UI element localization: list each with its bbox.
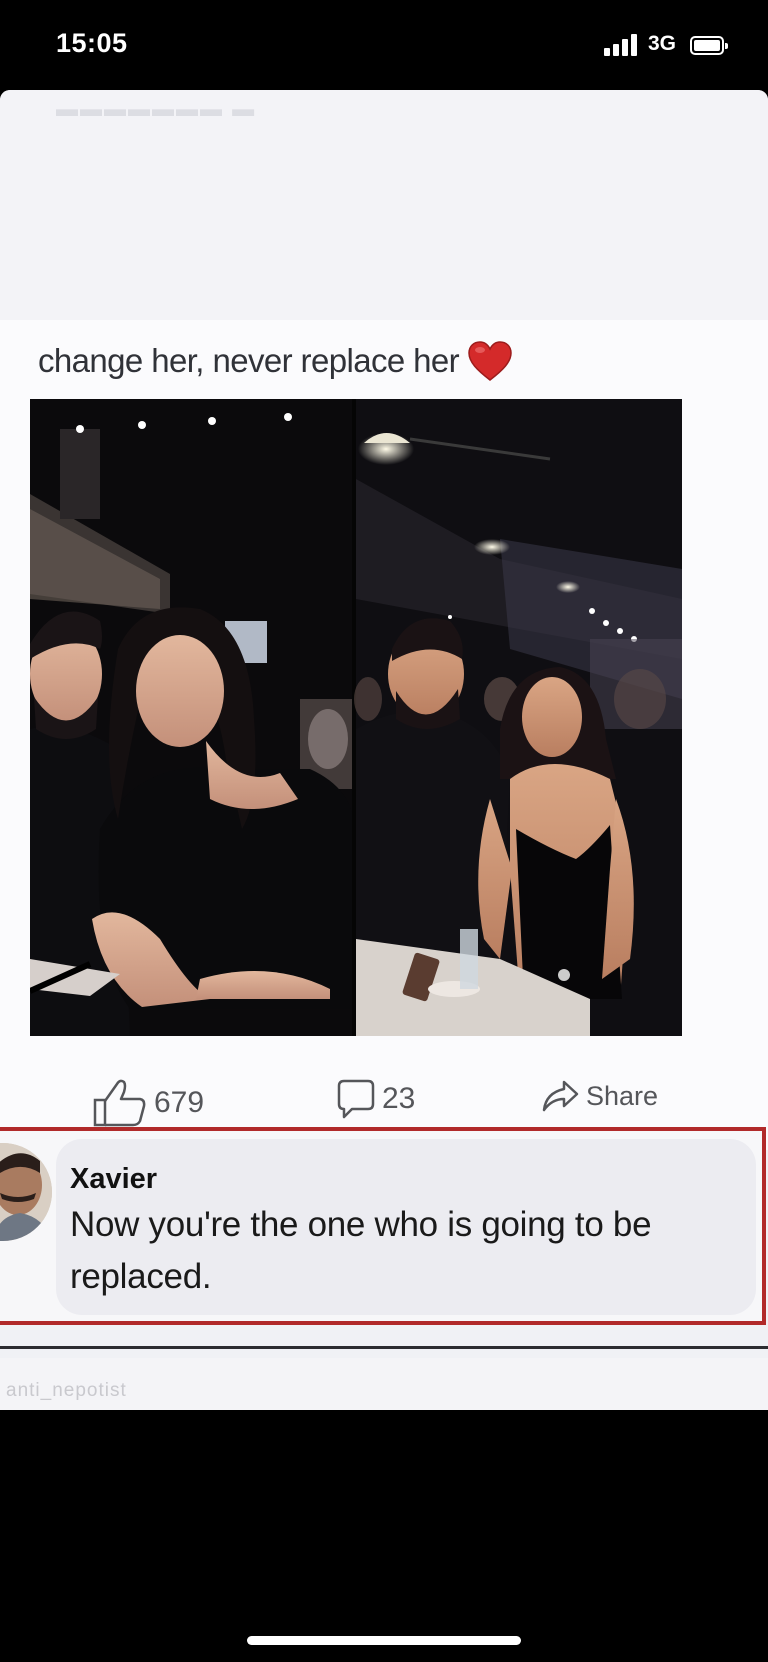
comment-count: 23 [382,1082,416,1115]
previous-post-fragment: ▬▬▬▬▬▬▬ ▬ [0,90,768,320]
post-card: change her, never replace her 679 23 Sha… [0,320,768,1150]
heart-icon [468,341,512,381]
highlighted-comment: Xavier Now you're the one who is going t… [0,1127,766,1325]
status-bar: 15:05 3G [0,0,768,90]
avatar[interactable] [0,1143,52,1241]
faded-text: ▬▬▬▬▬▬▬ ▬ [56,96,257,121]
comment-author[interactable]: Xavier [70,1163,157,1196]
comment-text: Now you're the one who is going to be re… [70,1205,652,1296]
post-photo[interactable] [30,399,682,1036]
watermark: anti_nepotist [6,1380,127,1401]
battery-icon [690,36,728,55]
post-caption: change her, never replace her [38,340,513,382]
status-time: 15:05 [56,28,128,58]
screenshot-content: ▬▬▬▬▬▬▬ ▬ change her, never replace her [0,90,768,1410]
thumbs-up-icon [93,1079,146,1127]
comment-icon [337,1079,375,1119]
network-type: 3G [648,32,677,55]
comment-button[interactable]: 23 [336,1078,415,1120]
like-count: 679 [154,1086,205,1119]
post-caption-text: change her, never replace her [38,342,460,379]
share-label: Share [586,1080,659,1111]
home-indicator[interactable] [247,1636,521,1645]
post-actions: 679 23 Share [0,1072,768,1127]
like-button[interactable]: 679 [92,1078,204,1128]
share-arrow-icon [542,1080,579,1112]
signal-bars-icon [604,34,637,56]
divider [0,1346,768,1349]
share-button[interactable]: Share [540,1078,658,1114]
footer-fragment: anti_nepotist [0,1358,768,1410]
